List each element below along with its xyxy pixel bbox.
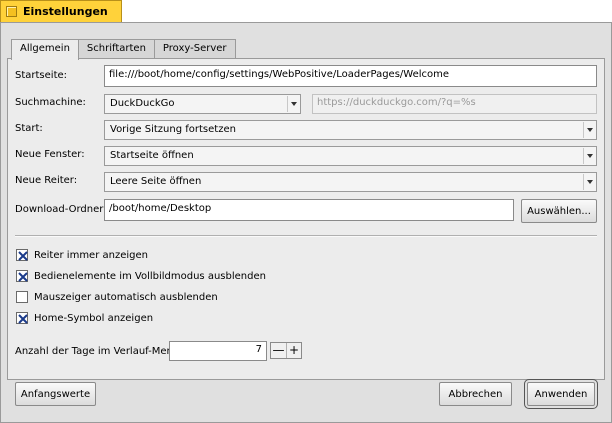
check-label: Bedienelemente im Vollbildmodus ausblend… — [34, 270, 266, 282]
startseite-input[interactable]: file:///boot/home/config/settings/WebPos… — [104, 65, 597, 87]
suchmachine-select[interactable]: DuckDuckGo — [104, 94, 301, 114]
check-vollbild[interactable]: Bedienelemente im Vollbildmodus ausblend… — [16, 270, 266, 282]
general-panel: Startseite: file:///boot/home/config/set… — [7, 58, 605, 380]
defaults-button[interactable]: Anfangswerte — [15, 382, 96, 406]
checkbox-checked[interactable] — [16, 312, 28, 324]
cancel-button[interactable]: Abbrechen — [439, 382, 512, 406]
check-label: Mauszeiger automatisch ausblenden — [34, 291, 218, 303]
decrement-button[interactable]: — — [271, 343, 286, 358]
tab-bar: Allgemein Schriftarten Proxy-Server — [11, 39, 236, 60]
history-days-stepper[interactable]: — + — [270, 342, 302, 359]
neue-reiter-select[interactable]: Leere Seite öffnen — [104, 172, 597, 192]
start-label: Start: — [15, 123, 43, 134]
chevron-down-icon — [587, 128, 593, 132]
checkbox-checked[interactable] — [16, 249, 28, 261]
check-reiter-immer[interactable]: Reiter immer anzeigen — [16, 249, 148, 261]
chevron-down-icon — [291, 102, 297, 106]
suchmachine-label: Suchmachine: — [15, 97, 86, 108]
settings-window: Allgemein Schriftarten Proxy-Server Star… — [0, 22, 612, 423]
history-days-label: Anzahl der Tage im Verlauf-Menü: — [15, 346, 183, 357]
neue-fenster-label: Neue Fenster: — [15, 149, 85, 160]
history-days-input[interactable]: 7 — [169, 341, 267, 361]
start-select[interactable]: Vorige Sitzung fortsetzen — [104, 120, 597, 140]
check-mauszeiger[interactable]: Mauszeiger automatisch ausblenden — [16, 291, 218, 303]
neue-fenster-select[interactable]: Startseite öffnen — [104, 146, 597, 166]
menu-separator — [583, 122, 584, 138]
checkbox-checked[interactable] — [16, 270, 28, 282]
download-folder-input[interactable]: /boot/home/Desktop — [104, 199, 514, 221]
divider — [15, 235, 597, 236]
neue-reiter-label: Neue Reiter: — [15, 175, 78, 186]
tab-proxy-server[interactable]: Proxy-Server — [153, 39, 236, 59]
menu-separator — [583, 148, 584, 164]
search-url-input[interactable]: https://duckduckgo.com/?q=%s — [312, 94, 597, 114]
start-value: Vorige Sitzung fortsetzen — [110, 124, 236, 135]
neue-reiter-value: Leere Seite öffnen — [110, 176, 202, 187]
menu-separator — [287, 96, 288, 112]
tab-schriftarten[interactable]: Schriftarten — [77, 39, 155, 59]
apply-button[interactable]: Anwenden — [524, 379, 598, 409]
chevron-down-icon — [587, 154, 593, 158]
suchmachine-value: DuckDuckGo — [110, 98, 175, 109]
check-label: Home-Symbol anzeigen — [34, 312, 154, 324]
check-label: Reiter immer anzeigen — [34, 249, 148, 261]
tab-allgemein[interactable]: Allgemein — [11, 39, 79, 60]
window-title-tab[interactable]: Einstellungen — [0, 0, 122, 22]
neue-fenster-value: Startseite öffnen — [110, 150, 194, 161]
increment-button[interactable]: + — [286, 343, 301, 358]
window-title: Einstellungen — [23, 5, 108, 18]
download-label: Download-Ordner: — [15, 204, 107, 215]
checkbox-unchecked[interactable] — [16, 291, 28, 303]
choose-folder-button[interactable]: Auswählen... — [521, 199, 597, 223]
menu-separator — [583, 174, 584, 190]
startseite-label: Startseite: — [15, 70, 68, 81]
chevron-down-icon — [587, 180, 593, 184]
check-home-symbol[interactable]: Home-Symbol anzeigen — [16, 312, 153, 324]
close-box-icon[interactable] — [6, 6, 17, 17]
